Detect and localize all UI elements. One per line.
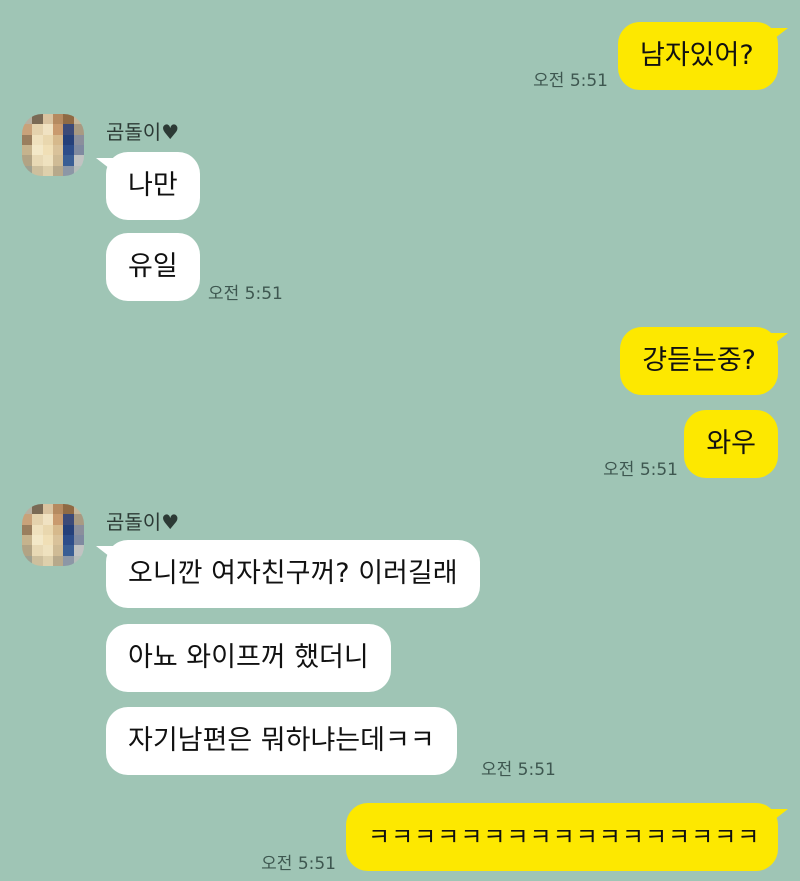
- avatar-pixel: [73, 155, 84, 166]
- outgoing-message[interactable]: ㅋㅋㅋㅋㅋㅋㅋㅋㅋㅋㅋㅋㅋㅋㅋㅋㅋ: [346, 803, 788, 871]
- avatar-pixel: [73, 124, 84, 135]
- avatar-pixel: [63, 514, 74, 525]
- sender-name: 곰돌이♥: [106, 510, 180, 534]
- avatar-pixel: [22, 534, 33, 546]
- chat-area: 남자있어? 오전 5:51 곰돌이♥ 나만 유일 오전 5:51 걍듣는중? 와…: [0, 0, 800, 881]
- avatar-pixel: [63, 504, 74, 515]
- avatar-pixel: [32, 144, 43, 156]
- outgoing-message[interactable]: 걍듣는중?: [620, 327, 788, 395]
- avatar-pixel: [32, 165, 43, 176]
- avatar-pixel: [63, 124, 74, 135]
- avatar-pixel: [52, 545, 64, 556]
- avatar-pixel: [42, 165, 53, 176]
- avatar-pixel: [22, 545, 33, 556]
- avatar-pixel: [22, 124, 33, 135]
- avatar-pixel: [32, 545, 43, 556]
- avatar-pixel: [32, 114, 43, 125]
- avatar-pixel: [42, 524, 53, 535]
- avatar-pixel: [42, 555, 53, 566]
- avatar-pixel: [63, 555, 74, 566]
- avatar-pixel: [52, 524, 64, 535]
- avatar-pixel: [32, 524, 43, 535]
- message-time: 오전 5:51: [603, 460, 678, 480]
- avatar-pixel: [63, 134, 74, 145]
- avatar-pixel: [22, 555, 33, 566]
- message-time: 오전 5:51: [481, 760, 556, 780]
- avatar-pixel: [73, 165, 84, 176]
- avatar-pixel: [42, 504, 53, 515]
- avatar-pixel: [22, 134, 33, 145]
- message-time: 오전 5:51: [533, 71, 608, 91]
- avatar-pixel: [73, 545, 84, 556]
- avatar-pixel: [73, 144, 84, 156]
- avatar-pixel: [22, 504, 33, 515]
- avatar-pixel: [63, 114, 74, 125]
- avatar-pixel: [52, 124, 64, 135]
- avatar-pixel: [52, 504, 64, 515]
- message-time: 오전 5:51: [261, 854, 336, 874]
- avatar-pixel: [52, 165, 64, 176]
- incoming-message[interactable]: 자기남편은 뭐하냐는데ㅋㅋ: [106, 707, 457, 775]
- avatar-pixel: [63, 165, 74, 176]
- avatar-pixel: [32, 155, 43, 166]
- avatar-pixel: [32, 134, 43, 145]
- profile-avatar-icon[interactable]: [22, 114, 84, 176]
- avatar-pixel: [73, 504, 84, 515]
- avatar-pixel: [73, 534, 84, 546]
- incoming-message[interactable]: 나만: [96, 152, 200, 220]
- avatar-pixel: [63, 144, 74, 156]
- avatar-pixel: [42, 144, 53, 156]
- outgoing-message[interactable]: 와우: [684, 410, 778, 478]
- avatar-pixel: [52, 134, 64, 145]
- avatar-pixel: [52, 144, 64, 156]
- avatar-pixel: [63, 545, 74, 556]
- avatar-pixel: [42, 155, 53, 166]
- avatar-pixel: [63, 534, 74, 546]
- avatar-pixel: [22, 144, 33, 156]
- avatar-pixel: [63, 524, 74, 535]
- avatar-pixel: [52, 555, 64, 566]
- avatar-pixel: [52, 155, 64, 166]
- avatar-pixel: [32, 514, 43, 525]
- sender-name: 곰돌이♥: [106, 120, 180, 144]
- avatar-pixel: [22, 114, 33, 125]
- incoming-message[interactable]: 아뇨 와이프꺼 했더니: [106, 624, 391, 692]
- avatar-pixel: [63, 155, 74, 166]
- avatar-pixel: [22, 514, 33, 525]
- avatar-pixel: [32, 555, 43, 566]
- avatar-pixel: [42, 534, 53, 546]
- avatar-pixel: [52, 114, 64, 125]
- incoming-message[interactable]: 오니깐 여자친구꺼? 이러길래: [96, 540, 480, 608]
- avatar-pixel: [42, 114, 53, 125]
- incoming-message[interactable]: 유일: [106, 233, 200, 301]
- avatar-pixel: [32, 504, 43, 515]
- avatar-pixel: [22, 165, 33, 176]
- avatar-pixel: [42, 545, 53, 556]
- avatar-pixel: [52, 534, 64, 546]
- outgoing-message[interactable]: 남자있어?: [618, 22, 788, 90]
- avatar-pixel: [73, 524, 84, 535]
- avatar-pixel: [32, 534, 43, 546]
- profile-avatar-icon[interactable]: [22, 504, 84, 566]
- avatar-pixel: [42, 514, 53, 525]
- avatar-pixel: [42, 124, 53, 135]
- avatar-pixel: [22, 524, 33, 535]
- avatar-pixel: [73, 134, 84, 145]
- avatar-pixel: [22, 155, 33, 166]
- avatar-pixel: [73, 514, 84, 525]
- avatar-pixel: [73, 114, 84, 125]
- avatar-pixel: [73, 555, 84, 566]
- message-time: 오전 5:51: [208, 284, 283, 304]
- avatar-pixel: [32, 124, 43, 135]
- avatar-pixel: [52, 514, 64, 525]
- avatar-pixel: [42, 134, 53, 145]
